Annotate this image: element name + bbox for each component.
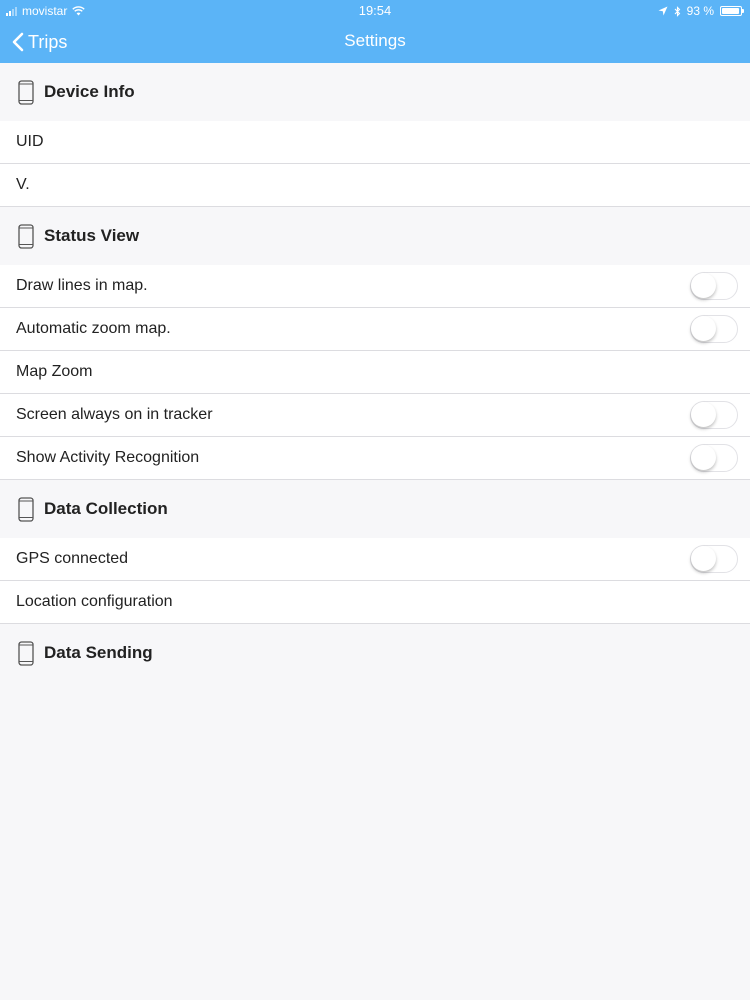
status-time: 19:54: [358, 3, 392, 18]
navigation-bar: movistar 19:54 93 % Trips Settings: [0, 0, 750, 63]
section-header-device-info: Device Info: [0, 63, 750, 121]
section-header-status-view: Status View: [0, 207, 750, 265]
phone-icon: [18, 79, 34, 105]
row-label: Screen always on in tracker: [16, 406, 213, 423]
draw-lines-toggle[interactable]: [690, 272, 738, 300]
section-header-data-collection: Data Collection: [0, 480, 750, 538]
status-bar-right: 93 %: [658, 4, 744, 18]
page-title: Settings: [344, 31, 406, 50]
row-label: Show Activity Recognition: [16, 449, 200, 466]
row-label: UID: [16, 133, 44, 150]
row-location-configuration[interactable]: Location configuration: [0, 581, 750, 624]
toggle-knob: [691, 273, 716, 298]
battery-percentage: 93 %: [686, 4, 714, 18]
row-label: Automatic zoom map.: [16, 320, 171, 337]
toggle-knob: [691, 546, 716, 571]
row-label: Location configuration: [16, 593, 173, 610]
gps-connected-toggle[interactable]: [690, 545, 738, 573]
row-label: Draw lines in map.: [16, 277, 148, 294]
row-version[interactable]: V.: [0, 164, 750, 207]
row-show-activity-recognition: Show Activity Recognition: [0, 437, 750, 480]
phone-icon: [18, 640, 34, 666]
row-screen-always-on: Screen always on in tracker: [0, 394, 750, 437]
section-title: Data Sending: [44, 643, 153, 662]
battery-fill: [722, 8, 739, 14]
settings-content: Device Info UID V. Status View Draw line…: [0, 63, 750, 682]
section-title: Status View: [44, 226, 140, 245]
battery-icon: [720, 6, 744, 16]
toggle-knob: [691, 445, 716, 470]
row-uid[interactable]: UID: [0, 121, 750, 164]
row-draw-lines-in-map: Draw lines in map.: [0, 265, 750, 308]
row-automatic-zoom-map: Automatic zoom map.: [0, 308, 750, 351]
activity-recognition-toggle[interactable]: [690, 444, 738, 472]
bluetooth-icon: [674, 5, 680, 17]
automatic-zoom-toggle[interactable]: [690, 315, 738, 343]
status-bar: movistar 19:54 93 %: [0, 0, 750, 22]
phone-icon: [18, 223, 34, 249]
row-label: Map Zoom: [16, 363, 93, 380]
row-label: V.: [16, 176, 30, 193]
location-arrow-icon: [658, 6, 668, 16]
row-map-zoom[interactable]: Map Zoom: [0, 351, 750, 394]
screen-always-on-toggle[interactable]: [690, 401, 738, 429]
section-header-data-sending: Data Sending: [0, 624, 750, 682]
row-gps-connected: GPS connected: [0, 538, 750, 581]
row-label: GPS connected: [16, 550, 129, 567]
section-title: Data Collection: [44, 499, 168, 518]
phone-icon: [18, 496, 34, 522]
toggle-knob: [691, 316, 716, 341]
section-title: Device Info: [44, 82, 135, 101]
toggle-knob: [691, 402, 716, 427]
